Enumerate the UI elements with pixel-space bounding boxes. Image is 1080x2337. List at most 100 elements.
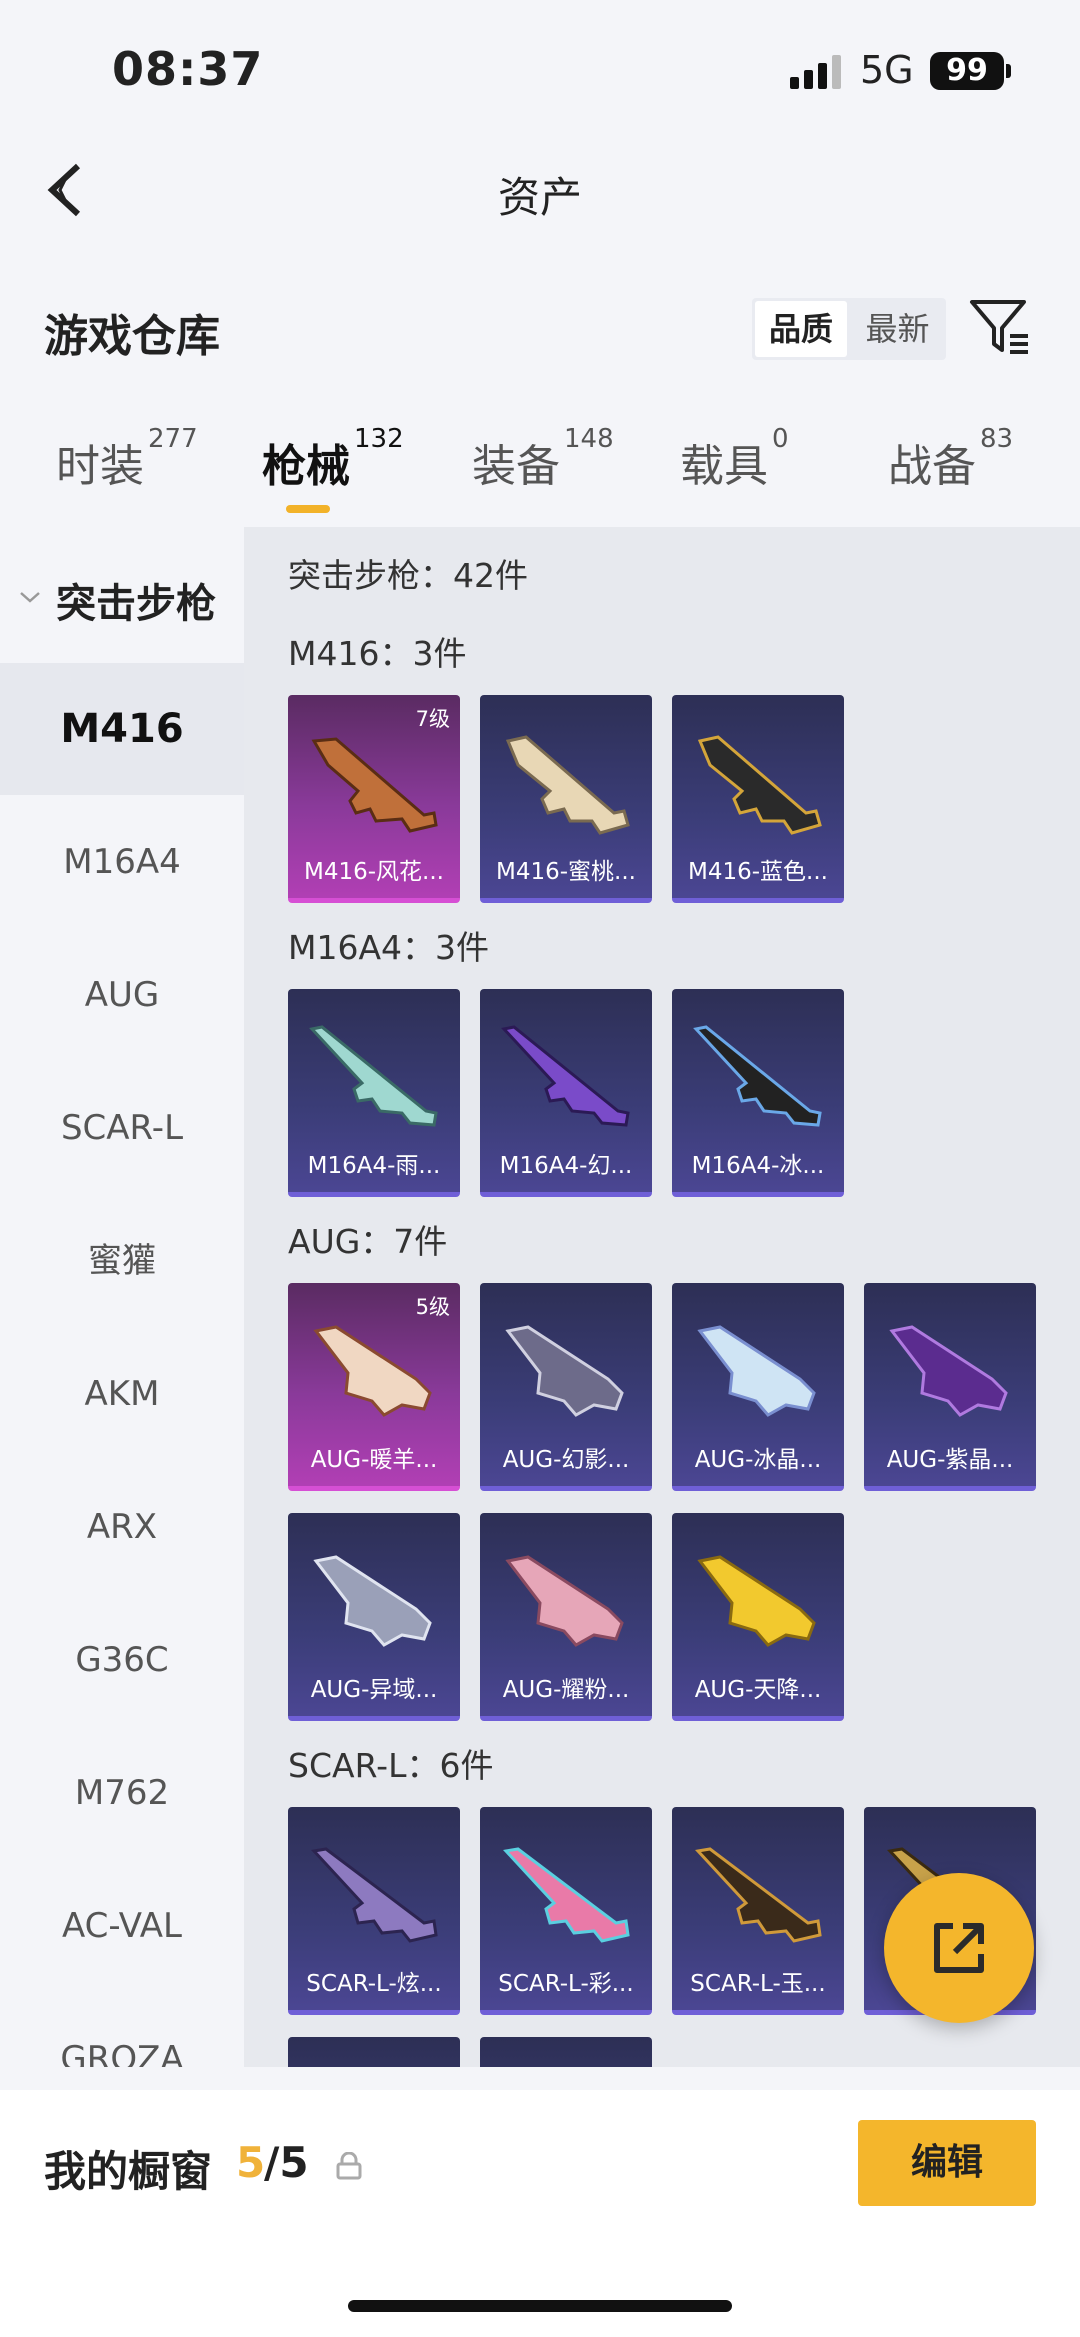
weapon-skin-image xyxy=(697,1555,816,1647)
sort-quality-button[interactable]: 品质 xyxy=(755,301,847,357)
page-title: 资产 xyxy=(497,173,582,222)
weapon-skin-image xyxy=(695,1847,822,1943)
weapon-card[interactable]: M16A4-雨... xyxy=(288,989,460,1197)
edit-button[interactable]: 编辑 xyxy=(858,2120,1036,2206)
sidebar-item-groza[interactable]: GROZA xyxy=(0,1993,244,2067)
tab-weapons[interactable]: 枪械132 xyxy=(262,424,404,520)
weapon-skin-image xyxy=(505,1325,624,1417)
weapon-card[interactable]: SCAR-L-彩... xyxy=(480,1807,652,2015)
tab-fashion[interactable]: 时装277 xyxy=(56,424,198,520)
weapon-card[interactable]: 7级 M416-风花... xyxy=(288,695,460,903)
sort-toggle: 品质 最新 xyxy=(752,298,946,360)
weapon-card[interactable]: AUG-幻影... xyxy=(480,1283,652,1491)
weapon-card-label: M16A4-雨... xyxy=(307,1153,441,1179)
weapon-card[interactable]: AUG-耀粉... xyxy=(480,1513,652,1721)
weapon-skin-image xyxy=(313,1325,432,1417)
weapon-skin-image xyxy=(309,1025,438,1127)
sidebar-item-ac-val[interactable]: AC-VAL xyxy=(0,1860,244,1992)
weapon-skin-image xyxy=(505,1555,624,1647)
showcase-count: 5 xyxy=(236,2138,266,2187)
sidebar-item-honey-badger[interactable]: 蜜獾 xyxy=(0,1195,244,1327)
sidebar-item-arx[interactable]: ARX xyxy=(0,1461,244,1593)
weapon-card-label: AUG-耀粉... xyxy=(502,1677,630,1703)
sort-latest-button[interactable]: 最新 xyxy=(849,298,946,360)
tab-label: 战备 xyxy=(888,441,976,492)
section-title-aug: AUG：7件 xyxy=(288,1222,448,1261)
weapon-card[interactable] xyxy=(480,2037,652,2067)
battery-icon: 99 xyxy=(930,52,1004,90)
weapon-skin-image xyxy=(501,1025,630,1127)
sidebar-item-aug[interactable]: AUG xyxy=(0,929,244,1061)
weapon-skin-image xyxy=(697,1325,816,1417)
weapon-list: 突击步枪：42件 M416：3件 7级 M416-风花... M416-蜜桃..… xyxy=(244,527,1080,2067)
sidebar-item-scar-l[interactable]: SCAR-L xyxy=(0,1062,244,1194)
sidebar-category-assault-rifle[interactable]: 突击步枪 xyxy=(0,567,244,627)
weapon-card-label: M416-蜜桃... xyxy=(496,859,636,885)
nav-bar: 资产 xyxy=(0,140,1080,240)
sidebar-item-g36c[interactable]: G36C xyxy=(0,1594,244,1726)
lock-icon xyxy=(336,2152,362,2180)
weapon-card[interactable]: AUG-冰晶... xyxy=(672,1283,844,1491)
weapon-card-label: SCAR-L-炫... xyxy=(306,1971,442,1997)
weapon-skin-image xyxy=(505,735,630,835)
weapon-skin-image xyxy=(313,1555,432,1647)
showcase-label: 我的橱窗 xyxy=(44,2147,213,2196)
category-summary: 突击步枪：42件 xyxy=(288,556,528,595)
battery-tip xyxy=(1006,64,1011,78)
tab-count: 0 xyxy=(772,424,789,454)
filter-icon[interactable] xyxy=(968,296,1032,360)
tab-count: 277 xyxy=(148,424,198,454)
chevron-down-icon xyxy=(20,592,40,603)
tab-vehicles[interactable]: 载具0 xyxy=(680,424,789,520)
weapon-card-label: M416-风花... xyxy=(304,859,444,885)
weapon-card[interactable]: AUG-紫晶... xyxy=(864,1283,1036,1491)
tab-count: 132 xyxy=(354,424,404,454)
weapon-card[interactable]: AUG-异域... xyxy=(288,1513,460,1721)
status-time: 08:37 xyxy=(112,42,264,96)
tab-indicator xyxy=(286,505,330,513)
weapon-card[interactable]: AUG-天降... xyxy=(672,1513,844,1721)
weapon-card[interactable]: M16A4-冰... xyxy=(672,989,844,1197)
tab-count: 83 xyxy=(980,424,1014,454)
share-icon xyxy=(934,1923,984,1973)
sidebar-item-m762[interactable]: M762 xyxy=(0,1727,244,1859)
network-type: 5G xyxy=(860,48,914,92)
weapon-card[interactable]: M416-蓝色... xyxy=(672,695,844,903)
weapon-skin-image xyxy=(889,1325,1008,1417)
weapon-card-label: AUG-暖羊... xyxy=(310,1447,438,1473)
tab-count: 148 xyxy=(564,424,614,454)
home-indicator xyxy=(348,2300,732,2312)
weapon-skin-image xyxy=(311,737,438,833)
category-tabs: 时装277 枪械132 装备148 载具0 战备83 xyxy=(0,424,1080,520)
weapon-card-label: AUG-冰晶... xyxy=(694,1447,822,1473)
share-fab-button[interactable] xyxy=(884,1873,1034,2023)
sidebar-item-m416[interactable]: M416 xyxy=(0,663,244,795)
weapon-card[interactable]: SCAR-L-玉... xyxy=(672,1807,844,2015)
weapon-card[interactable]: M416-蜜桃... xyxy=(480,695,652,903)
weapon-skin-image xyxy=(697,735,822,835)
weapon-card[interactable]: SCAR-L-炫... xyxy=(288,1807,460,2015)
tab-equipment[interactable]: 装备148 xyxy=(472,424,614,520)
section-title-m416: M416：3件 xyxy=(288,634,467,673)
weapon-skin-image xyxy=(503,1847,630,1943)
section-title-m16a4: M16A4：3件 xyxy=(288,928,490,967)
weapon-type-sidebar: 突击步枪 M416 M16A4 AUG SCAR-L 蜜獾 AKM ARX G3… xyxy=(0,527,244,2067)
sidebar-category-label: 突击步枪 xyxy=(56,581,216,627)
weapon-card[interactable]: M16A4-幻... xyxy=(480,989,652,1197)
section-title-scar-l: SCAR-L：6件 xyxy=(288,1746,494,1785)
showcase-total: /5 xyxy=(264,2138,309,2187)
weapon-card-label: M16A4-幻... xyxy=(499,1153,633,1179)
weapon-card[interactable] xyxy=(288,2037,460,2067)
weapon-card-label: M16A4-冰... xyxy=(691,1153,825,1179)
sidebar-item-m16a4[interactable]: M16A4 xyxy=(0,796,244,928)
weapon-card-label: AUG-异域... xyxy=(310,1677,438,1703)
skin-grade-badge: 5级 xyxy=(415,1295,450,1319)
tab-supplies[interactable]: 战备83 xyxy=(888,424,1013,520)
skin-grade-badge: 7级 xyxy=(415,707,450,731)
weapon-card[interactable]: 5级 AUG-暖羊... xyxy=(288,1283,460,1491)
sidebar-item-akm[interactable]: AKM xyxy=(0,1328,244,1460)
tab-label: 时装 xyxy=(56,441,144,492)
tab-label: 装备 xyxy=(472,441,560,492)
weapon-skin-image xyxy=(693,1025,822,1127)
weapon-card-label: SCAR-L-彩... xyxy=(498,1971,634,1997)
